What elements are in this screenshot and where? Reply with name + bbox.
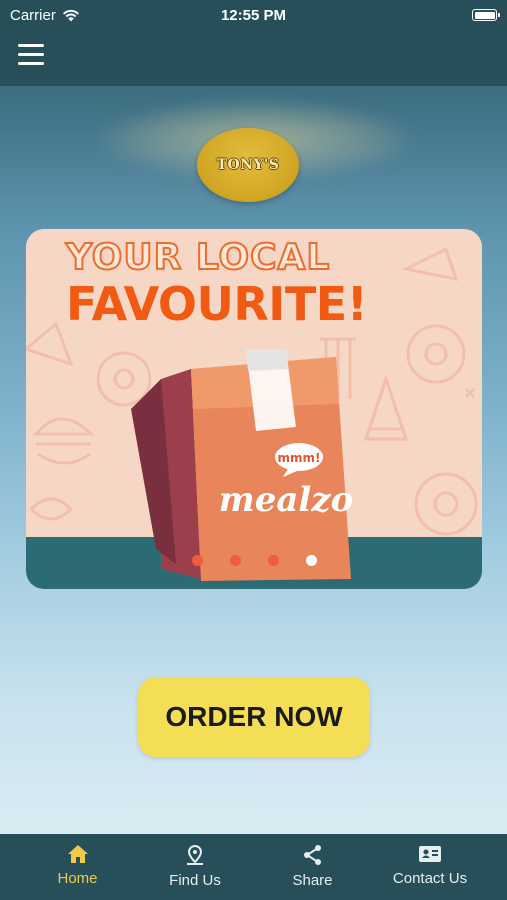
carousel-dot[interactable] [268, 555, 279, 566]
carousel-dot[interactable] [230, 555, 241, 566]
carousel-dot[interactable] [306, 555, 317, 566]
tab-label-find-us: Find Us [169, 872, 221, 889]
status-left: Carrier [10, 7, 80, 24]
bottom-tab-bar: Home Find Us Share Contact Us [0, 834, 507, 900]
top-nav-bar [0, 30, 507, 86]
tab-home[interactable]: Home [30, 834, 125, 900]
tab-label-share: Share [292, 872, 333, 889]
home-icon [67, 845, 88, 863]
tab-label-home: Home [57, 870, 98, 887]
hamburger-menu-icon[interactable] [18, 44, 46, 68]
tab-contact-us[interactable]: Contact Us [380, 834, 480, 900]
wifi-icon [62, 9, 79, 21]
share-icon [303, 845, 321, 865]
tab-label-contact-us: Contact Us [392, 870, 468, 887]
order-now-button[interactable]: ORDER NOW [138, 677, 370, 757]
carrier-label: Carrier [10, 6, 56, 24]
promo-banner[interactable]: YOUR LOCAL FAVOURITE! mmm! mealzo [26, 229, 482, 589]
bag-speech-text: mmm! [278, 451, 321, 465]
location-pin-icon [187, 844, 203, 865]
mealzo-bag-illustration: mmm! mealzo [131, 349, 354, 581]
carousel-dot[interactable] [192, 555, 203, 566]
headline-top: YOUR LOCAL [65, 236, 331, 279]
restaurant-logo: TONY'S [197, 128, 299, 202]
bag-brand-text: mealzo [219, 480, 354, 520]
carousel-dots [26, 555, 482, 567]
tab-find-us[interactable]: Find Us [150, 834, 240, 900]
headline-bottom: FAVOURITE! [66, 277, 368, 331]
status-bar: Carrier 12:55 PM [0, 0, 507, 30]
battery-icon [472, 9, 500, 21]
tab-share[interactable]: Share [270, 834, 355, 900]
contact-card-icon [419, 846, 441, 862]
logo-text: TONY'S [216, 157, 280, 173]
